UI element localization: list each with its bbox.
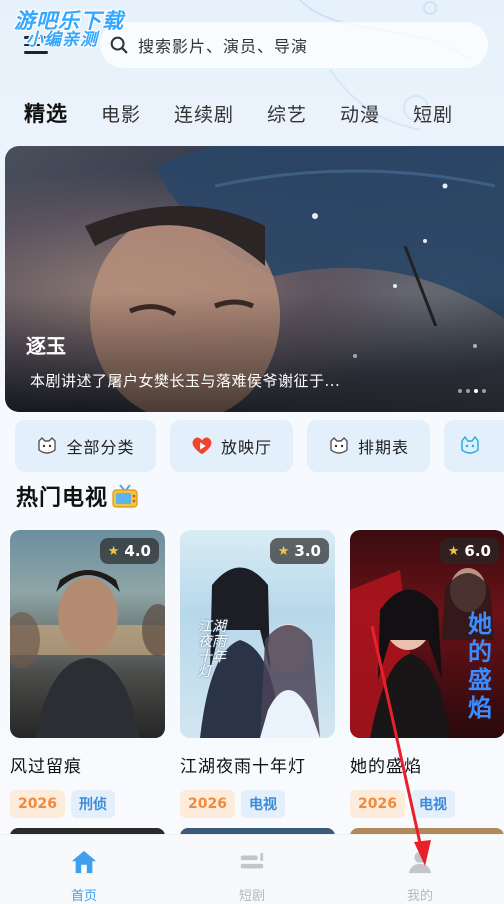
watermark-line-1: 游吧乐下载 [14, 9, 124, 33]
tab-series[interactable]: 连续剧 [174, 100, 234, 127]
rating-value: 6.0 [464, 542, 491, 560]
show-card[interactable]: 江湖夜雨十年灯 ★ 3.0 江湖夜雨十年灯 2026 电视 [180, 530, 335, 818]
show-title: 风过留痕 [10, 757, 82, 777]
all-categories-label: 全部分类 [66, 438, 135, 457]
genre-tag: 刑侦 [70, 790, 115, 818]
rating-value: 4.0 [124, 542, 151, 560]
nav-home-label: 首页 [70, 889, 97, 904]
year-tag: 2026 [350, 790, 405, 818]
star-icon: ★ [447, 543, 460, 559]
nav-profile-label: 我的 [406, 889, 433, 904]
category-tabs: 精选 电影 连续剧 综艺 动漫 短剧 [0, 92, 504, 134]
nav-short-drama[interactable]: 短剧 [168, 835, 336, 904]
year-tag: 2026 [180, 790, 235, 818]
show-title: 她的盛焰 [350, 757, 422, 777]
search-bar[interactable]: 搜索影片、演员、导演 [100, 22, 488, 68]
show-card[interactable]: 她的盛焰 ★ 6.0 她的盛焰 2026 电视 [350, 530, 504, 818]
rating-value: 3.0 [294, 542, 321, 560]
search-placeholder: 搜索影片、演员、导演 [138, 37, 309, 56]
short-drama-icon [240, 852, 264, 869]
tv-icon [112, 484, 138, 508]
banner-gradient [5, 292, 504, 412]
user-icon [408, 851, 432, 874]
cat-face-icon [36, 435, 58, 457]
banner-pagination [458, 389, 486, 393]
star-icon: ★ [107, 543, 120, 559]
rating-badge: ★ 6.0 [439, 538, 499, 564]
schedule-button[interactable]: 排期表 [307, 420, 430, 472]
more-quick-link-button[interactable] [444, 420, 504, 472]
poster-calligraphy: 她的盛焰 [468, 610, 492, 722]
cat-face-icon [459, 435, 481, 457]
tab-variety[interactable]: 综艺 [267, 100, 307, 127]
screening-hall-label: 放映厅 [220, 438, 272, 457]
bottom-navigation: 首页 短剧 我的 [0, 834, 504, 904]
watermark-line-2: 小编亲测 [26, 30, 98, 51]
play-heart-icon [191, 435, 213, 457]
all-categories-button[interactable]: 全部分类 [15, 420, 156, 472]
tab-short-drama[interactable]: 短剧 [413, 100, 453, 127]
screening-hall-button[interactable]: 放映厅 [170, 420, 293, 472]
nav-short-drama-label: 短剧 [238, 889, 265, 904]
section-hot-tv: 热门电视 [16, 480, 140, 512]
banner-description: 本剧讲述了屠户女樊长玉与落难侯爷谢征于... [30, 372, 341, 390]
show-poster[interactable]: 她的盛焰 ★ 6.0 [350, 530, 504, 738]
show-poster[interactable]: 江湖夜雨十年灯 ★ 3.0 [180, 530, 335, 738]
genre-tag: 电视 [240, 790, 285, 818]
schedule-label: 排期表 [357, 438, 409, 457]
show-poster[interactable]: ★ 4.0 [10, 530, 165, 738]
star-icon: ★ [277, 543, 290, 559]
rating-badge: ★ 4.0 [99, 538, 159, 564]
tab-anime[interactable]: 动漫 [340, 100, 380, 127]
show-title: 江湖夜雨十年灯 [180, 757, 306, 777]
rating-badge: ★ 3.0 [269, 538, 329, 564]
nav-home[interactable]: 首页 [0, 835, 168, 904]
show-card[interactable]: ★ 4.0 风过留痕 2026 刑侦 [10, 530, 165, 818]
poster-calligraphy: 江湖夜雨十年灯 [198, 619, 226, 680]
home-icon [71, 850, 97, 874]
cat-face-icon [328, 435, 350, 457]
section-title: 热门电视 [16, 486, 109, 511]
watermark: 游吧乐下载 小编亲测 [14, 10, 124, 50]
banner-title: 逐玉 [26, 334, 66, 358]
tab-featured[interactable]: 精选 [24, 98, 68, 128]
genre-tag: 电视 [410, 790, 455, 818]
tab-movies[interactable]: 电影 [101, 100, 141, 127]
year-tag: 2026 [10, 790, 65, 818]
nav-profile[interactable]: 我的 [336, 835, 504, 904]
